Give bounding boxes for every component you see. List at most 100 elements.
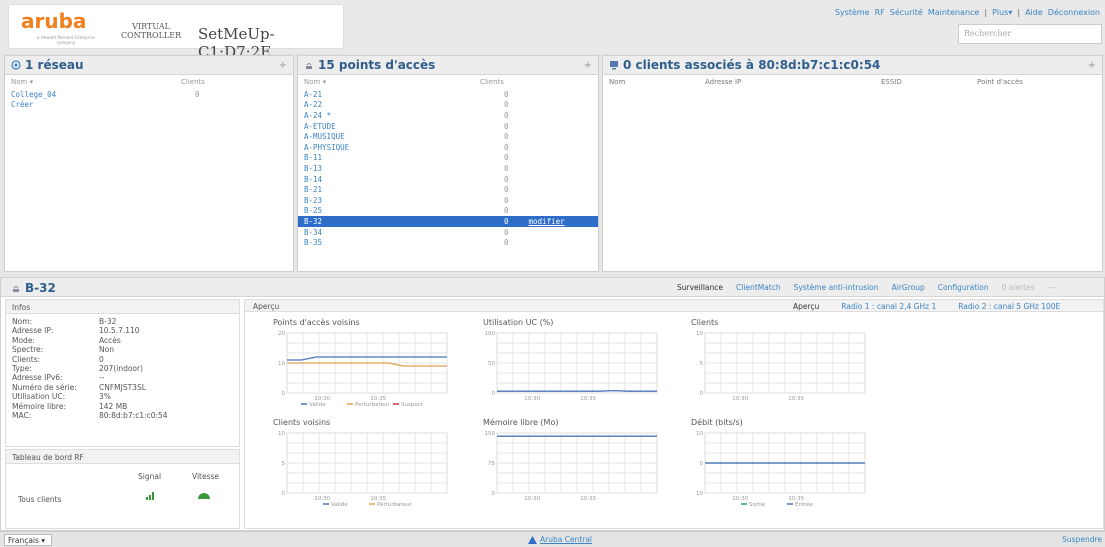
col-nom[interactable]: Nom [609,78,705,86]
menu-aide[interactable]: Aide [1025,8,1043,17]
add-client-icon[interactable]: + [1088,60,1096,71]
aruba-central-link[interactable]: Aruba Central [540,535,592,544]
info-row: Utilisation UC: 3% [12,392,111,402]
x-tick: 10:30 [524,396,540,402]
y-tick: 5 [700,361,704,367]
y-tick: 5 [282,461,286,467]
aruba-logo[interactable]: aruba [21,9,91,33]
menu-plus[interactable]: Plus▾ [992,8,1012,17]
tab-airgroup[interactable]: AirGroup [892,283,925,292]
col-point-acces[interactable]: Point d'accès [977,78,1023,86]
chart-title: Utilisation UC (%) [483,318,554,327]
ap-row[interactable]: A-24 * 0 [298,110,598,121]
info-row: Type: 207(indoor) [12,364,144,374]
col-nom[interactable]: Nom ▾ [304,78,480,86]
y-tick: 10 [278,361,285,367]
tab-anti-intrusion[interactable]: Système anti-intrusion [794,283,879,292]
detail-title: B-32 [25,281,56,295]
speed-gauge-icon [198,493,210,499]
chart-title: Mémoire libre (Mo) [483,418,559,427]
y-tick: 10 [696,331,703,337]
language-select[interactable]: Français ▾ [4,534,52,546]
aruba-central-icon [528,536,537,544]
brand-box: aruba a Hewlett Packard Enterprise compa… [8,4,344,61]
menu-deconnexion[interactable]: Déconnexion [1048,8,1100,17]
ap-row[interactable]: B-25 0 [298,206,598,217]
ap-row[interactable]: A-ETUDE 0 [298,121,598,132]
chart-title: Points d'accès voisins [273,318,360,327]
network-row[interactable]: College_04 0 [5,89,293,100]
info-row: Clients: 0 [12,354,104,364]
networks-title: 1 réseau [25,58,84,72]
add-ap-icon[interactable]: + [584,60,592,71]
y-tick: 10 [696,491,703,497]
modify-link[interactable]: modifier [529,217,565,226]
tab-radio2[interactable]: Radio 2 : canal 5 GHz 100E [958,302,1060,311]
chart: Clients 10 5 0 10:30 10:35 [691,318,881,419]
info-row: Nom: B-32 [12,317,117,326]
legend-label: Sortie [749,502,766,508]
info-row: Numéro de série: CNFMJST3SL [12,382,146,392]
col-adresse-ip[interactable]: Adresse IP [705,78,881,86]
clients-panel: 0 clients associés à 80:8d:b7:c1:c0:54 +… [602,55,1103,272]
series-line [497,389,657,392]
menu-systeme[interactable]: Système [835,8,870,17]
tab-apercu[interactable]: Aperçu [793,302,819,311]
tab-alertes[interactable]: 0 alertes [1002,283,1035,292]
ap-row[interactable]: A-21 0 [298,89,598,100]
ap-row[interactable]: A-22 0 [298,100,598,111]
ap-row[interactable]: B-32 0 modifier [298,216,598,227]
ap-row[interactable]: B-13 0 [298,163,598,174]
y-tick: 0 [700,461,704,467]
ap-row[interactable]: B-34 0 [298,227,598,238]
col-essid[interactable]: ESSID [881,78,977,86]
search-input[interactable]: Rechercher [958,24,1102,44]
x-tick: 10:30 [732,496,748,502]
ap-detail-panel: B-32 Surveillance ClientMatch Système an… [0,277,1105,531]
tab-surveillance[interactable]: Surveillance [677,283,723,292]
y-tick: 0 [700,391,704,397]
x-tick: 10:35 [580,496,596,502]
collapse-icon[interactable]: — [1048,283,1056,292]
ap-row[interactable]: B-21 0 [298,184,598,195]
suspend-link[interactable]: Suspendre [1062,535,1102,544]
col-clients[interactable]: Clients [181,78,205,86]
infos-box: Infos Nom: B-32 Adresse IP: 10.5.7.110 Mode:… [5,299,240,447]
logo-subtitle: a Hewlett Packard Enterprise company [37,35,95,45]
menu-securite[interactable]: Sécurité [890,8,923,17]
ap-row[interactable]: B-11 0 [298,153,598,164]
add-network-icon[interactable]: + [279,60,287,71]
x-tick: 10:30 [524,496,540,502]
x-tick: 10:30 [732,396,748,402]
menu-maintenance[interactable]: Maintenance [928,8,980,17]
col-clients[interactable]: Clients [480,78,504,86]
legend-label: Perturbateur [355,402,391,408]
y-tick: 150 [485,431,496,437]
info-row: Adresse IP: 10.5.7.110 [12,326,140,336]
footer: Français ▾ Aruba Central Suspendre [0,531,1105,547]
rf-dashboard: Tableau de bord RF Signal Vitesse Tous c… [5,449,240,529]
ap-row[interactable]: B-23 0 [298,195,598,206]
info-row: Mode: Accès [12,335,121,345]
infos-header: Infos [6,300,239,314]
tab-radio1[interactable]: Radio 1 : canal 2,4 GHz 1 [841,302,936,311]
info-row: MAC: 80:8d:b7:c1:c0:54 [12,411,168,421]
row-tous-clients[interactable]: Tous clients [18,495,61,504]
legend-label: Perturbateur [377,502,413,508]
apercu-box: Aperçu Aperçu Radio 1 : canal 2,4 GHz 1 … [244,299,1104,529]
y-tick: 75 [488,461,495,467]
ap-row[interactable]: A-MUSIQUE 0 [298,131,598,142]
menu-rf[interactable]: RF [875,8,885,17]
tab-clientmatch[interactable]: ClientMatch [736,283,781,292]
ap-row[interactable]: B-35 0 [298,237,598,248]
tab-configuration[interactable]: Configuration [938,283,989,292]
y-tick: 10 [696,431,703,437]
ap-row[interactable]: B-14 0 [298,174,598,185]
col-nom[interactable]: Nom ▾ [11,78,181,86]
chart-plot: 2010010:30 10:35Valide Perturbateur Suspect [278,331,448,408]
create-network-link[interactable]: Créer [5,100,293,111]
monitor-icon [610,61,618,70]
ap-row[interactable]: A-PHYSIQUE 0 [298,142,598,153]
network-icon [11,60,21,70]
x-tick: 10:35 [580,396,596,402]
